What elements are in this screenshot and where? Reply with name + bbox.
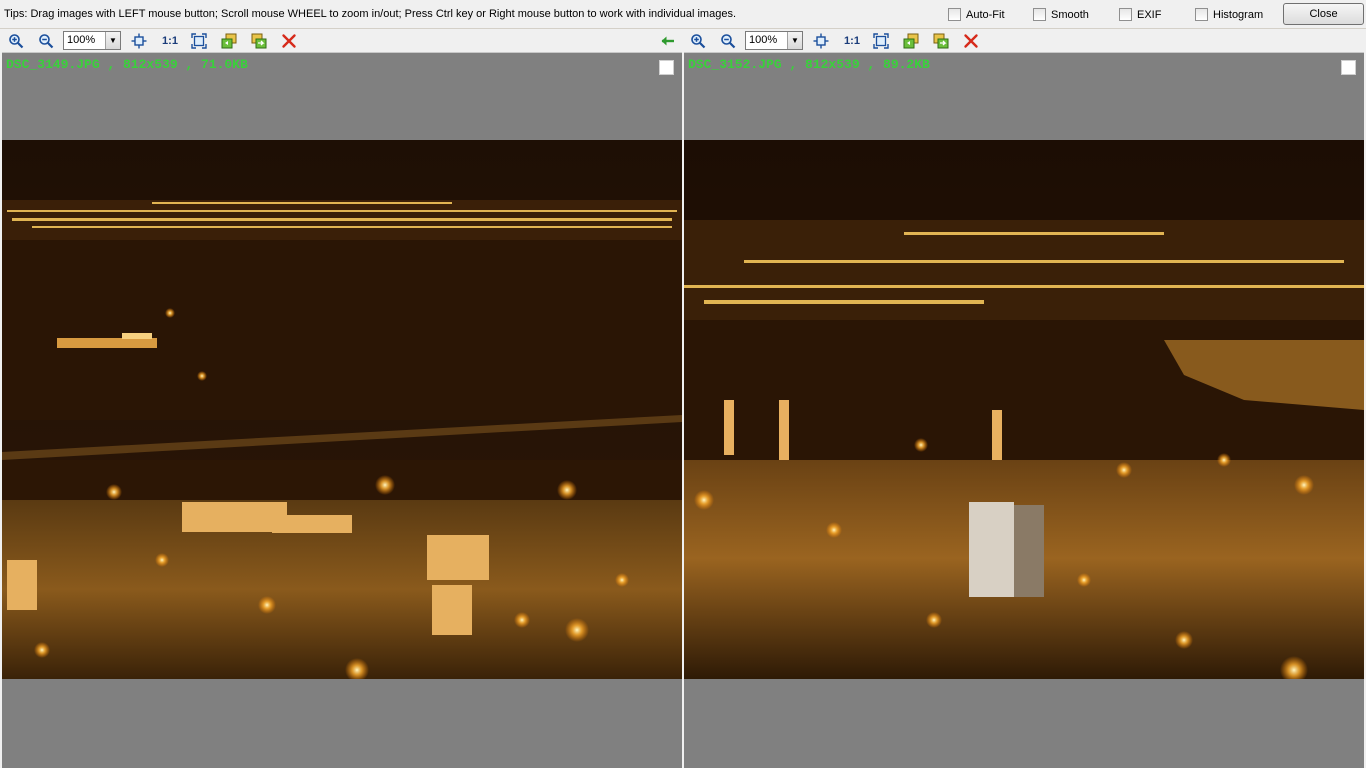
left-pane-toolbar: 100% ▼ 1:1 [2, 29, 682, 53]
full-screen-icon[interactable] [189, 32, 209, 50]
save-image-icon[interactable] [931, 32, 951, 50]
copy-image-icon[interactable] [901, 32, 921, 50]
copy-image-icon[interactable] [219, 32, 239, 50]
actual-size-button[interactable]: 1:1 [158, 32, 182, 50]
fit-to-window-icon[interactable] [811, 32, 831, 50]
autofit-checkbox[interactable]: Auto-Fit [948, 8, 1005, 21]
right-pane-toolbar: 100% ▼ 1:1 [684, 29, 1364, 53]
histogram-checkbox-box[interactable] [1195, 8, 1208, 21]
tips-text: Tips: Drag images with LEFT mouse button… [4, 8, 736, 20]
file-info-label: DSC_3152.JPG , 812x539 , 89.2KB [688, 57, 930, 72]
autofit-label: Auto-Fit [966, 8, 1005, 21]
smooth-label: Smooth [1051, 8, 1089, 21]
fit-to-window-icon[interactable] [129, 32, 149, 50]
file-info-label: DSC_3149.JPG , 812x539 , 71.0KB [6, 57, 248, 72]
exif-checkbox[interactable]: EXIF [1119, 8, 1161, 21]
left-image-pane[interactable]: 100% ▼ 1:1 DSC_3149.JPG , 812x539 , 71.0… [2, 29, 682, 768]
exif-checkbox-box[interactable] [1119, 8, 1132, 21]
zoom-select[interactable]: 100% ▼ [745, 31, 803, 50]
zoom-out-icon[interactable] [718, 32, 738, 50]
select-image-checkbox[interactable] [659, 60, 674, 75]
select-image-checkbox[interactable] [1341, 60, 1356, 75]
exif-label: EXIF [1137, 8, 1162, 21]
sync-left-arrow-icon[interactable] [658, 32, 678, 50]
histogram-checkbox[interactable]: Histogram [1195, 8, 1263, 21]
smooth-checkbox[interactable]: Smooth [1033, 8, 1089, 21]
actual-size-button[interactable]: 1:1 [840, 32, 864, 50]
chevron-down-icon[interactable]: ▼ [787, 32, 802, 49]
close-button[interactable]: Close [1283, 3, 1364, 25]
top-bar: Tips: Drag images with LEFT mouse button… [0, 0, 1366, 29]
zoom-in-icon[interactable] [688, 32, 708, 50]
zoom-value: 100% [749, 34, 778, 46]
remove-image-icon[interactable] [961, 32, 981, 50]
histogram-label: Histogram [1213, 8, 1264, 21]
smooth-checkbox-box[interactable] [1033, 8, 1046, 21]
photo-right[interactable] [684, 140, 1364, 679]
photo-left[interactable] [2, 140, 682, 679]
remove-image-icon[interactable] [279, 32, 299, 50]
zoom-out-icon[interactable] [36, 32, 56, 50]
zoom-in-icon[interactable] [6, 32, 26, 50]
chevron-down-icon[interactable]: ▼ [105, 32, 120, 49]
right-image-pane[interactable]: 100% ▼ 1:1 DSC_3152.JPG , 812x539 , 89.2… [684, 29, 1364, 768]
full-screen-icon[interactable] [871, 32, 891, 50]
zoom-select[interactable]: 100% ▼ [63, 31, 121, 50]
save-image-icon[interactable] [249, 32, 269, 50]
zoom-value: 100% [67, 34, 96, 46]
autofit-checkbox-box[interactable] [948, 8, 961, 21]
